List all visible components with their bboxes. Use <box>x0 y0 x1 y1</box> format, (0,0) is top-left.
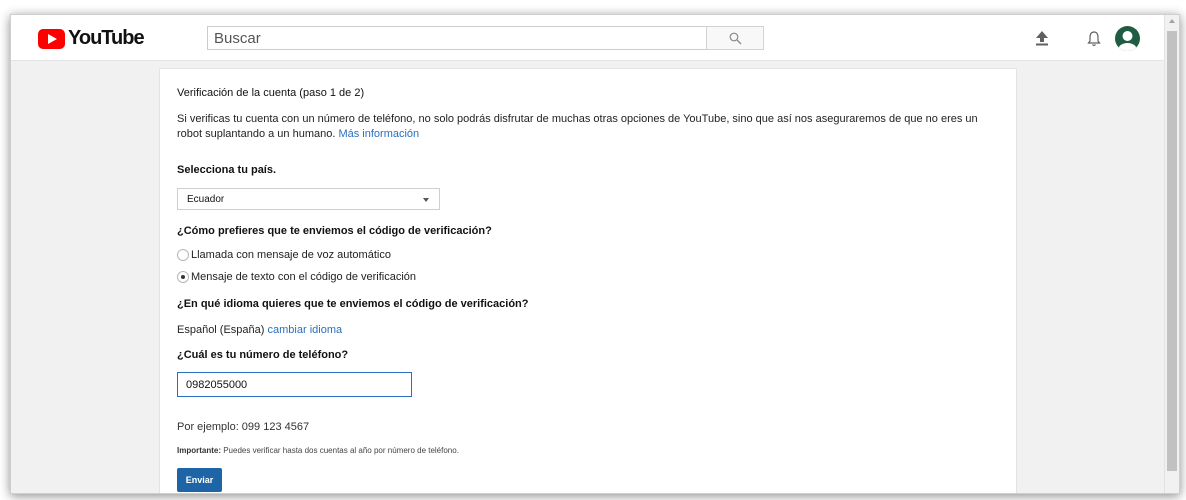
notifications-button[interactable] <box>1083 27 1105 49</box>
upload-button[interactable] <box>1031 27 1053 49</box>
country-label: Selecciona tu país. <box>177 164 277 176</box>
masthead: YouTube <box>11 15 1166 61</box>
language-value: Español (España) <box>177 324 265 336</box>
avatar[interactable] <box>1115 26 1140 51</box>
radio-sms[interactable] <box>177 271 189 283</box>
browser-window: YouTube Buscar Verificación de la cuenta… <box>10 14 1180 494</box>
method-option-sms[interactable]: Mensaje de texto con el código de verifi… <box>177 271 416 283</box>
more-info-link[interactable]: Más información <box>338 128 419 140</box>
method-option-sms-label: Mensaje de texto con el código de verifi… <box>191 271 417 283</box>
important-note-text: Puedes verificar hasta dos cuentas al añ… <box>221 446 459 455</box>
description-text: Si verificas tu cuenta con un número de … <box>177 112 997 142</box>
important-note: Importante: Puedes verificar hasta dos c… <box>177 446 459 455</box>
youtube-logo[interactable]: YouTube <box>38 27 145 50</box>
phone-input[interactable] <box>177 372 412 397</box>
scroll-up-arrow-icon[interactable] <box>1169 19 1175 23</box>
youtube-play-icon <box>38 28 65 49</box>
upload-icon <box>1036 31 1048 46</box>
language-row: Español (España) cambiar idioma <box>177 324 342 336</box>
submit-button[interactable]: Enviar <box>177 468 222 492</box>
important-note-label: Importante: <box>177 446 221 455</box>
logo-wordmark: YouTube <box>68 27 145 49</box>
verification-card: Verificación de la cuenta (paso 1 de 2) … <box>159 68 1017 493</box>
phone-label: ¿Cuál es tu número de teléfono? <box>177 349 349 361</box>
country-select[interactable]: Ecuador <box>177 188 440 210</box>
scrollbar-thumb[interactable] <box>1167 31 1177 471</box>
search-button[interactable] <box>706 26 764 50</box>
description-body: Si verificas tu cuenta con un número de … <box>177 113 978 140</box>
page-scrollbar[interactable] <box>1164 15 1179 493</box>
radio-call[interactable] <box>177 249 189 261</box>
chevron-down-icon <box>423 198 429 202</box>
user-avatar-icon <box>1118 31 1137 51</box>
country-select-value: Ecuador <box>187 194 225 205</box>
search-icon <box>729 32 741 44</box>
method-option-call[interactable]: Llamada con mensaje de voz automático <box>177 249 391 261</box>
bell-icon <box>1087 30 1101 46</box>
search-bar <box>207 26 764 50</box>
phone-example: Por ejemplo: 099 123 4567 <box>177 421 310 433</box>
page-title: Verificación de la cuenta (paso 1 de 2) <box>177 87 365 99</box>
change-language-link[interactable]: cambiar idioma <box>268 324 343 336</box>
language-label: ¿En qué idioma quieres que te enviemos e… <box>177 298 529 310</box>
method-option-call-label: Llamada con mensaje de voz automático <box>191 249 391 261</box>
method-label: ¿Cómo prefieres que te enviemos el códig… <box>177 225 492 237</box>
search-input[interactable] <box>207 26 706 50</box>
